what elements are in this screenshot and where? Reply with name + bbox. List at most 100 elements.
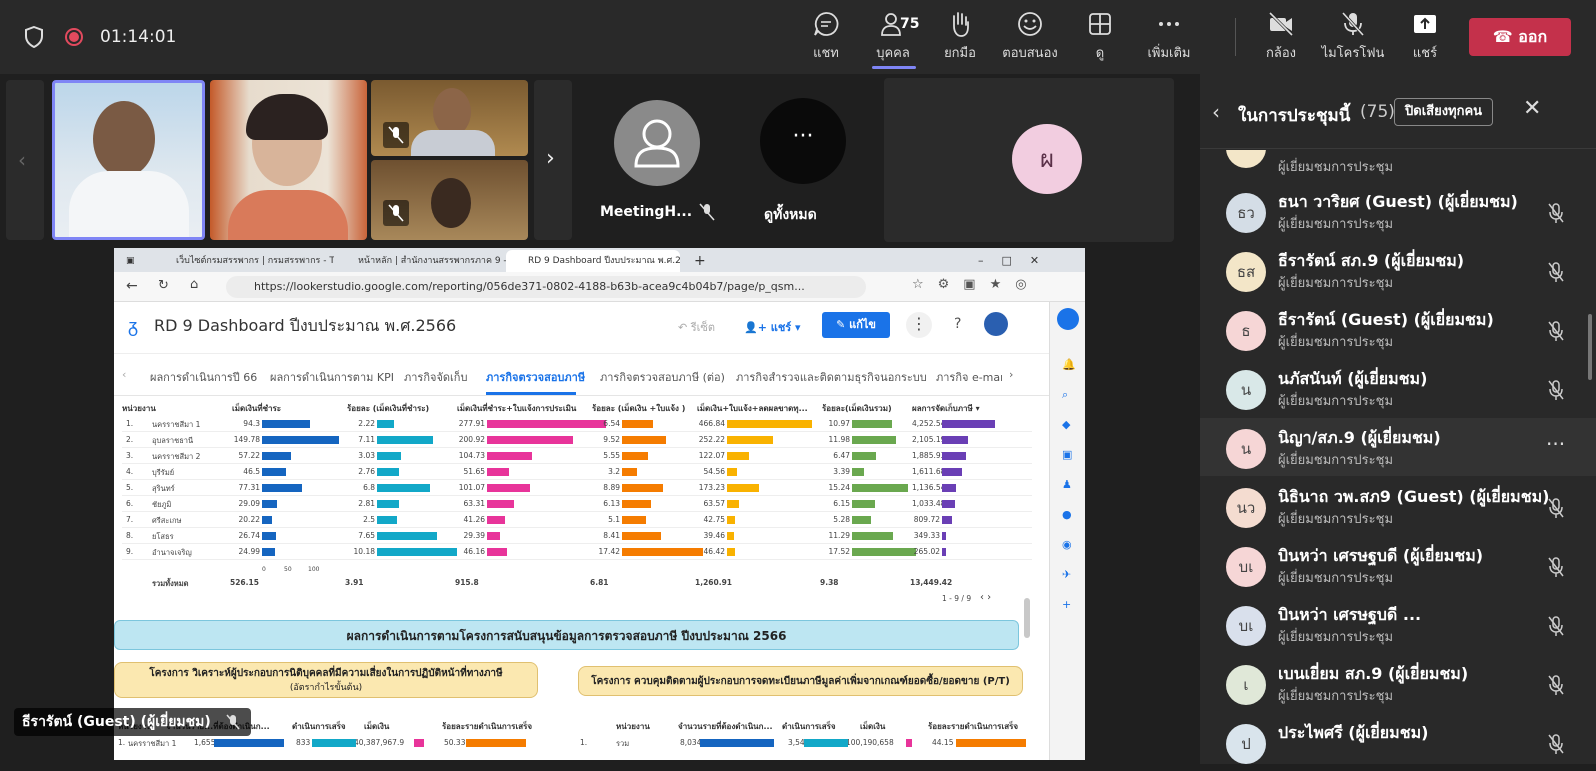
report-scrollbar[interactable] [1024,598,1030,638]
video-tile-4[interactable] [371,160,528,240]
kebab-menu-icon[interactable]: ⋮ [906,312,932,338]
table-header-2[interactable]: ดำเนินการเสร็จ [292,720,346,733]
close-icon[interactable]: ✕ [1523,96,1541,121]
panel-scrollbar[interactable] [1588,314,1592,380]
table-header-0[interactable]: หน่วยงาน [122,402,156,415]
report-share-button[interactable]: 👤+ แชร์ ▾ [744,318,801,336]
table-row[interactable]: 1. นครราชสีมา 1 94.3 2.22 277.91 6.54 466.84 10… [122,416,1032,432]
nav-tab-results66[interactable]: ผลการดำเนินการปี 66 [150,368,257,386]
more-button[interactable]: เพิ่มเติม [1134,10,1204,68]
table-header-5[interactable]: เม็ดเงิน+ใบแจ้ง+ลดผลขาดทุ... [697,402,808,415]
participant-tile-initial[interactable]: ผ [884,78,1174,242]
reset-button[interactable]: ↶ รีเซ็ต [678,318,715,336]
avatar: ธ [1226,311,1266,351]
participant-role: ผู้เยี่ยมชมการประชุม [1278,217,1394,232]
participant-item[interactable]: บเ บินหว่า เศรษฐบดี ... ผู้เยี่ยมชมการประช… [1200,595,1596,653]
axis-tick: 100 [308,566,320,573]
chat-button[interactable]: แชท [791,10,861,68]
nav-tab-tax-audit[interactable]: ภารกิจตรวจสอบภาษี [486,368,585,386]
home-icon[interactable]: ⌂ [190,277,198,292]
table-header-4[interactable]: ร้อยละ (เม็ดเงิน +ใบแจ้ง ) [592,402,685,415]
table-row[interactable]: 5. สุรินทร์ 77.31 6.8 101.07 8.89 173.23 15.24 1… [122,480,1032,496]
table-header-0[interactable]: หน่วยงาน [616,720,650,733]
table-row[interactable]: 9. อำนาจเจริญ 24.99 10.18 46.16 17.42 46.42 17.… [122,544,1032,560]
cell-bar [942,516,952,524]
reload-icon[interactable]: ↻ [158,278,169,293]
video-tile-3[interactable] [371,80,528,156]
table-row[interactable]: 2. อุบลราชธานี 149.78 7.11 200.92 9.52 252.22 1… [122,432,1032,448]
tab-actions-icon[interactable]: ▣ [122,250,152,272]
table-header-1[interactable]: จำนวนรายที่ต้องดำเนินก... [678,720,773,733]
table-header-3[interactable]: เม็ดเงิน [860,720,885,733]
mute-all-button[interactable]: ปิดเสียงทุกคน [1394,98,1494,126]
participant-item[interactable]: ธส ธีรารัตน์ สภ.9 (ผู้เยี่ยมชม) ผู้เยี่ยมช… [1200,241,1596,299]
table-row[interactable]: 7. ศรีสะเกษ 20.22 2.5 41.26 5.1 42.75 5.28 809.7… [122,512,1032,528]
table-header-3[interactable]: เม็ดเงินที่ชำระ+ใบแจ้งการประเมิน [457,402,576,415]
window-controls[interactable]: –□✕ [974,250,1074,272]
view-button[interactable]: ดู [1065,10,1135,68]
table-row[interactable]: 8. ยโสธร 26.74 7.65 29.39 8.41 39.46 11.29 349.3… [122,528,1032,544]
speaker-name: ธีรารัตน์ (Guest) (ผู้เยี่ยมชม) [22,714,211,730]
nav-tab-kpi[interactable]: ผลการดำเนินการตาม KPI [270,368,394,386]
table-header-3[interactable]: เม็ดเงิน [364,720,389,733]
table-header-7[interactable]: ผลการจัดเก็บภาษี ▾ [912,402,980,415]
cell-value: 265.02 [913,547,940,556]
participants-panel: ‹ ในการประชุมนี้ (75) ปิดเสียงทุกคน ✕ ผู… [1200,74,1596,764]
table-header-4[interactable]: ร้อยละรายดำเนินการเสร็จ [442,720,532,733]
table-header-6[interactable]: ร้อยละ(เม็ดเงินรวม) [822,402,892,415]
video-tile-2[interactable] [210,80,367,240]
participant-item[interactable]: น นิญา/สภ.9 (ผู้เยี่ยมชม) ผู้เยี่ยมชมการปร… [1200,418,1596,476]
react-button[interactable]: ตอบสนอง [995,10,1065,68]
view-icon [1089,13,1111,35]
table-row[interactable]: 3. นครราชสีมา 2 57.22 3.03 104.73 5.55 122.07 6… [122,448,1032,464]
table-row[interactable]: 4. บุรีรัมย์ 46.5 2.76 51.65 3.2 54.56 3.39 1,61… [122,464,1032,480]
nav-next-icon[interactable]: › [1009,368,1013,381]
participant-item[interactable]: บเ บินหว่า เศรษฐบดี (ผู้เยี่ยมชม) ผู้เยี่ย… [1200,536,1596,594]
camera-button[interactable]: กล้อง [1246,10,1316,68]
nav-tab-tax-audit-cont[interactable]: ภารกิจตรวจสอบภาษี (ต่อ) [600,368,725,386]
table-row[interactable]: 6. ชัยภูมิ 29.09 2.81 63.31 6.13 63.57 6.15 1,03… [122,496,1032,512]
browser-tab-1[interactable]: เว็บไซต์กรมสรรพากร | กรมสรรพากร - Th [154,250,334,272]
gallery-next-button[interactable]: › [534,80,572,240]
gallery-prev-button[interactable]: ‹ [6,80,44,240]
video-tile-active-speaker[interactable] [52,80,205,240]
view-all-tile[interactable]: ··· ดูทั้งหมด [740,80,870,240]
nav-tab-collection[interactable]: ภารกิจจัดเก็บ [404,368,467,386]
table-header-1[interactable]: เม็ดเงินที่ชำระ [232,402,281,415]
back-icon[interactable]: ← [126,278,138,294]
nav-tab-informal-business[interactable]: ภารกิจสำรวจและติดตามธุรกิจนอกระบบ [736,368,927,386]
bing-icon[interactable] [1057,308,1079,330]
help-icon[interactable]: ? [954,316,961,332]
browser-tab-2[interactable]: หน้าหลัก | สำนักงานสรรพากรภาค 9 - [336,250,514,272]
participant-item[interactable]: ป ประไพศรี (ผู้เยี่ยมชม) [1200,713,1596,771]
table-pager[interactable]: 1 - 9 / 9 [942,594,971,603]
table-header-2[interactable]: ดำเนินการเสร็จ [782,720,836,733]
participant-item[interactable]: ธ ธีรารัตน์ (Guest) (ผู้เยี่ยมชม) ผู้เยี่ย… [1200,300,1596,358]
participant-item[interactable]: เ เบนเยี่ยม สภ.9 (ผู้เยี่ยมชม) ผู้เยี่ยมชม… [1200,654,1596,712]
participant-item[interactable]: น นภัสนันท์ (ผู้เยี่ยมชม) ผู้เยี่ยมชมการปร… [1200,359,1596,417]
back-chevron-icon[interactable]: ‹ [1212,100,1220,124]
participant-tile-meetingh[interactable]: MeetingH... [588,80,728,240]
microphone-button[interactable]: ไมโครโฟน [1318,10,1388,68]
nav-prev-icon[interactable]: ‹ [122,368,126,381]
more-options-icon[interactable]: ··· [1546,432,1565,456]
browser-toolbar-icons[interactable]: ☆⚙▣★◎ [912,277,1041,292]
shield-icon[interactable] [24,25,44,52]
url-field[interactable]: https://lookerstudio.google.com/reportin… [226,276,866,298]
share-button[interactable]: แชร์ [1390,10,1460,68]
nav-tab-emarket[interactable]: ภารกิจ e-mar [936,368,1002,386]
browser-tab-3[interactable]: RD 9 Dashboard ปีงบประมาณ พ.ศ.2 [506,250,680,272]
sidebar-tools-icons[interactable]: 🔔 ⌕ ◆ ▣ ♟ ● ◉ ✈ + [1062,350,1076,620]
table-header-4[interactable]: ร้อยละรายดำเนินการเสร็จ [928,720,1018,733]
pager-arrows-icon[interactable]: ‹ › [980,592,991,603]
new-tab-icon[interactable]: + [690,250,710,272]
edit-button[interactable]: ✎ แก้ไข [822,312,890,338]
leave-button[interactable]: ☎ ออก [1469,18,1571,56]
participant-item[interactable]: ธว ธนา วาริยศ (Guest) (ผู้เยี่ยมชม) ผู้เยี… [1200,182,1596,240]
table-header-2[interactable]: ร้อยละ (เม็ดเงินที่ชำระ) [347,402,429,415]
participant-item[interactable]: นว นิธินาถ วพ.สภ9 (Guest) (ผู้เยี่ยมชม) ผู… [1200,477,1596,535]
people-button[interactable]: 75 บุคคล [858,10,928,69]
participant-item-partial[interactable]: ผู้เยี่ยมชมการประชุม [1200,150,1596,178]
account-avatar[interactable] [984,312,1008,336]
raise-hand-button[interactable]: ยกมือ [925,10,995,68]
